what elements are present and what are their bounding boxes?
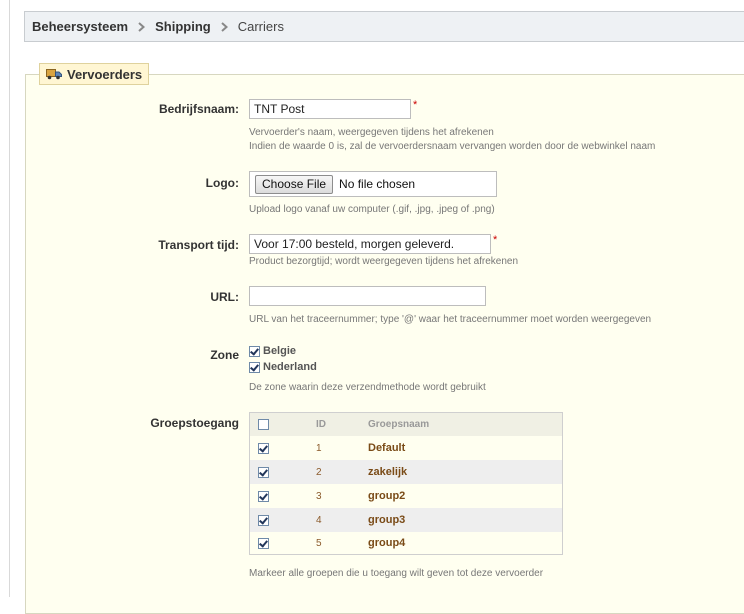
breadcrumb: Beheersysteem Shipping Carriers <box>24 11 744 42</box>
row-checkbox[interactable] <box>258 537 269 549</box>
breadcrumb-item-beheersysteem[interactable]: Beheersysteem <box>32 19 128 34</box>
zone-label: Zone <box>210 348 239 362</box>
row-checkbox[interactable] <box>258 490 269 502</box>
truck-icon <box>46 68 62 80</box>
row-group-name: Default <box>368 442 406 454</box>
zone-item-label: Nederland <box>263 361 317 373</box>
row-id: 3 <box>316 490 322 502</box>
group-access-table: ID Groepsnaam 1 Default 2 zakelijk 3 gro… <box>249 412 563 555</box>
transport-time-input[interactable] <box>249 234 491 254</box>
required-marker: * <box>413 99 418 111</box>
file-status-text: No file chosen <box>339 177 416 191</box>
column-header-group-name: Groepsnaam <box>368 419 430 430</box>
zone-checkbox[interactable] <box>249 345 260 357</box>
zone-checkbox[interactable] <box>249 361 260 373</box>
chevron-right-icon <box>221 21 228 32</box>
zone-item-belgie[interactable]: Belgie <box>249 345 296 357</box>
row-checkbox[interactable] <box>258 466 269 478</box>
select-all-checkbox[interactable] <box>258 419 269 430</box>
row-id: 2 <box>316 466 322 478</box>
logo-hint: Upload logo vanaf uw computer (.gif, .jp… <box>249 204 495 215</box>
row-group-name: group4 <box>368 537 406 549</box>
row-group-name: zakelijk <box>368 466 408 478</box>
zone-item-nederland[interactable]: Nederland <box>249 361 317 373</box>
left-border <box>9 0 10 597</box>
zone-item-label: Belgie <box>263 345 297 357</box>
column-header-id: ID <box>316 419 326 430</box>
table-header: ID Groepsnaam <box>250 413 562 437</box>
fieldset-legend: Vervoerders <box>39 63 150 85</box>
transport-time-label: Transport tijd: <box>158 238 239 252</box>
row-id: 1 <box>316 442 322 454</box>
row-id: 5 <box>316 537 322 549</box>
row-checkbox[interactable] <box>258 514 269 526</box>
url-hint: URL van het traceernummer; type '@' waar… <box>249 314 652 325</box>
group-access-hint: Markeer alle groepen die u toegang wilt … <box>249 568 544 579</box>
table-row: 3 group2 <box>250 484 562 508</box>
table-row: 1 Default <box>250 436 562 460</box>
row-group-name: group3 <box>368 514 406 526</box>
company-name-label: Bedrijfsnaam: <box>158 102 239 116</box>
choose-file-button[interactable]: Choose File <box>255 174 334 194</box>
group-access-label: Groepstoegang <box>150 416 239 430</box>
logo-label: Logo: <box>205 176 239 190</box>
url-label: URL: <box>210 290 239 304</box>
legend-title: Vervoerders <box>67 66 143 82</box>
breadcrumb-item-carriers: Carriers <box>237 19 284 34</box>
table-row: 4 group3 <box>250 508 562 532</box>
table-row: 2 zakelijk <box>250 460 562 484</box>
company-name-input[interactable] <box>249 99 411 119</box>
company-name-hint-2: Indien de waarde 0 is, zal de vervoerder… <box>249 141 656 152</box>
breadcrumb-item-shipping[interactable]: Shipping <box>155 19 211 34</box>
row-checkbox[interactable] <box>258 442 269 454</box>
transport-time-hint: Product bezorgtijd; wordt weergegeven ti… <box>249 256 519 267</box>
table-row: 5 group4 <box>250 532 562 554</box>
row-group-name: group2 <box>368 490 406 502</box>
url-input[interactable] <box>249 286 486 306</box>
company-name-hint-1: Vervoerder's naam, weergegeven tijdens h… <box>249 127 494 138</box>
logo-file-input[interactable]: Choose File No file chosen <box>249 171 497 197</box>
zone-hint: De zone waarin deze verzendmethode wordt… <box>249 382 486 393</box>
required-marker: * <box>493 234 498 246</box>
row-id: 4 <box>316 514 322 526</box>
chevron-right-icon <box>138 21 146 32</box>
